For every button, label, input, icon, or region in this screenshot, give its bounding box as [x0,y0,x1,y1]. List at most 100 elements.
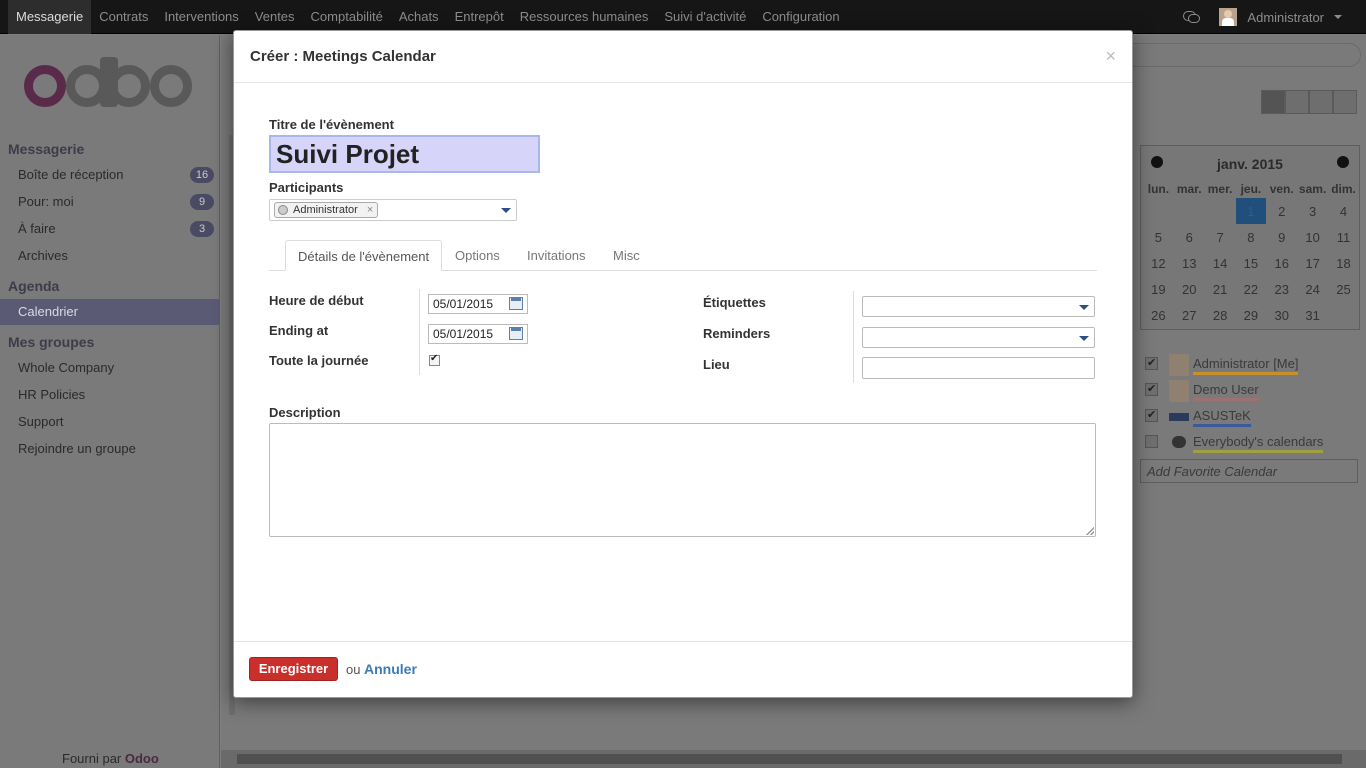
day-cell[interactable]: 7 [1205,224,1236,250]
calendar-label[interactable]: ASUSTeK [1193,408,1251,427]
remove-tag-icon[interactable]: × [367,204,373,216]
day-cell[interactable] [1174,198,1205,224]
calendar-label[interactable]: Everybody's calendars [1193,434,1324,453]
close-icon[interactable]: × [1105,47,1116,65]
day-cell[interactable]: 15 [1236,250,1267,276]
menu-suivi-activite[interactable]: Suivi d'activité [656,0,754,34]
day-cell[interactable]: 6 [1174,224,1205,250]
description-textarea[interactable] [269,423,1096,537]
day-cell[interactable]: 4 [1328,198,1359,224]
calendar-view-icon[interactable] [1261,90,1285,114]
sidebar-item-calendar[interactable]: Calendrier [0,299,220,325]
prev-month-icon[interactable] [1151,156,1163,168]
sidebar-item-hr-policies[interactable]: HR Policies [0,382,220,408]
day-cell[interactable]: 5 [1143,224,1174,250]
day-cell[interactable]: 31 [1297,302,1328,328]
chevron-down-icon[interactable] [501,208,511,213]
menu-ressources-humaines[interactable]: Ressources humaines [512,0,657,34]
chevron-down-icon[interactable] [1079,305,1089,310]
day-cell[interactable]: 12 [1143,250,1174,276]
next-month-icon[interactable] [1337,156,1349,168]
gantt-view-icon[interactable] [1333,90,1357,114]
scrollbar-thumb[interactable] [237,754,1342,764]
save-button[interactable]: Enregistrer [249,657,338,681]
add-favorite-calendar-select[interactable]: Add Favorite Calendar [1140,459,1358,483]
menu-comptabilite[interactable]: Comptabilité [303,0,391,34]
calendar-checkbox[interactable] [1145,408,1158,422]
day-cell[interactable]: 14 [1205,250,1236,276]
calendar-icon[interactable] [509,297,523,310]
horizontal-scrollbar[interactable] [221,750,1366,768]
day-cell[interactable] [1205,198,1236,224]
day-cell[interactable]: 13 [1174,250,1205,276]
tab-options[interactable]: Options [443,240,512,271]
sidebar-item-whole-company[interactable]: Whole Company [0,355,220,381]
day-cell[interactable]: 18 [1328,250,1359,276]
sidebar-item-todo[interactable]: À faire 3 [0,216,220,242]
calendar-checkbox[interactable] [1145,356,1158,370]
sidebar-item-join-group[interactable]: Rejoindre un groupe [0,436,220,462]
day-cell-today[interactable]: 1 [1235,198,1267,224]
menu-entrepot[interactable]: Entrepôt [447,0,512,34]
tab-misc[interactable]: Misc [601,240,652,271]
calendar-icon[interactable] [509,327,523,340]
user-avatar[interactable] [1219,8,1238,26]
calendar-checkbox[interactable] [1145,382,1158,396]
day-cell[interactable]: 30 [1266,302,1297,328]
location-input[interactable] [862,357,1095,379]
chevron-down-icon[interactable] [1079,336,1089,341]
day-cell[interactable]: 17 [1297,250,1328,276]
day-cell[interactable]: 2 [1266,198,1297,224]
menu-contrats[interactable]: Contrats [91,0,156,34]
calendar-label[interactable]: Demo User [1193,382,1259,401]
calendar-label[interactable]: Administrator [Me] [1193,356,1299,375]
day-cell[interactable]: 22 [1236,276,1267,302]
calendar-checkbox[interactable] [1145,435,1158,448]
allday-checkbox[interactable] [429,353,440,366]
day-cell[interactable]: 21 [1205,276,1236,302]
day-cell[interactable]: 11 [1328,224,1359,250]
event-title-input[interactable]: Suivi Projet [269,135,540,173]
day-cell[interactable] [1328,302,1359,328]
chevron-down-icon[interactable] [1334,15,1342,19]
day-cell[interactable]: 29 [1236,302,1267,328]
day-cell[interactable]: 20 [1174,276,1205,302]
day-cell[interactable]: 3 [1297,198,1328,224]
resize-handle-icon[interactable] [1086,527,1094,535]
sidebar-item-to-me[interactable]: Pour: moi 9 [0,189,220,215]
day-cell[interactable]: 16 [1266,250,1297,276]
menu-ventes[interactable]: Ventes [247,0,303,34]
reminders-select[interactable] [862,327,1095,348]
chat-icon[interactable] [1183,11,1201,23]
day-cell[interactable]: 24 [1297,276,1328,302]
odoo-logo[interactable] [24,57,194,115]
day-cell[interactable]: 23 [1266,276,1297,302]
day-cell[interactable]: 27 [1174,302,1205,328]
end-date-input[interactable]: 05/01/2015 [428,324,528,344]
menu-configuration[interactable]: Configuration [754,0,847,34]
start-date-input[interactable]: 05/01/2015 [428,294,528,314]
sidebar-item-inbox[interactable]: Boîte de réception 16 [0,162,220,188]
day-cell[interactable] [1143,198,1174,224]
cancel-link[interactable]: Annuler [364,661,417,677]
day-cell[interactable]: 28 [1205,302,1236,328]
menu-messagerie[interactable]: Messagerie [8,0,92,34]
tags-select[interactable] [862,296,1095,317]
participants-field[interactable]: Administrator × [269,199,517,221]
day-cell[interactable]: 26 [1143,302,1174,328]
sidebar-item-archives[interactable]: Archives [0,243,220,269]
menu-achats[interactable]: Achats [391,0,447,34]
powered-brand-link[interactable]: Odoo [125,751,159,766]
day-cell[interactable]: 9 [1266,224,1297,250]
list-view-icon[interactable] [1285,90,1309,114]
day-cell[interactable]: 19 [1143,276,1174,302]
form-view-icon[interactable] [1309,90,1333,114]
day-cell[interactable]: 8 [1236,224,1267,250]
menu-interventions[interactable]: Interventions [156,0,246,34]
tab-event-details[interactable]: Détails de l'évènement [285,240,443,271]
sidebar-item-support[interactable]: Support [0,409,220,435]
user-name[interactable]: Administrator [1247,10,1324,25]
day-cell[interactable]: 10 [1297,224,1328,250]
tab-invitations[interactable]: Invitations [515,240,598,271]
day-cell[interactable]: 25 [1328,276,1359,302]
